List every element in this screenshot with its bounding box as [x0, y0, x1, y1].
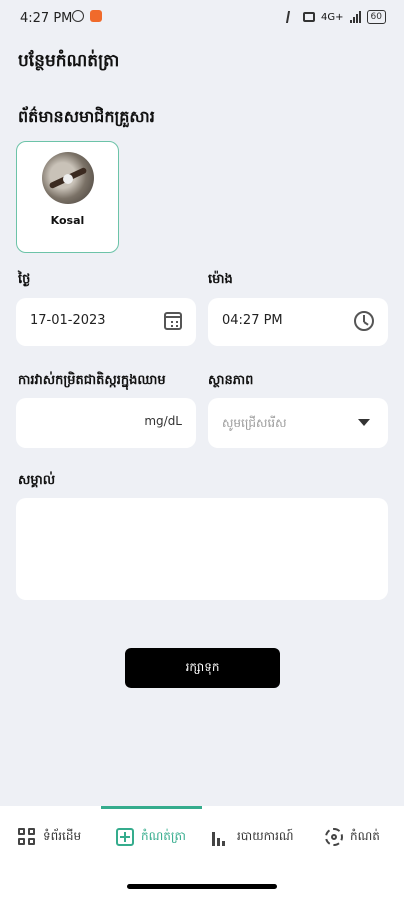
member-section-title: ព័ត៌មានសមាជិកគ្រួសារ — [18, 107, 155, 126]
nav-item-settings[interactable]: កំណត់ — [325, 826, 380, 848]
calendar-icon[interactable] — [164, 312, 182, 330]
avatar — [42, 152, 94, 204]
battery-icon: 60 — [366, 10, 386, 24]
member-name: Kosal — [50, 214, 85, 227]
nav-item-records[interactable]: កំណត់ត្រា — [116, 826, 186, 848]
active-tab-indicator — [101, 806, 202, 809]
bottom-nav: ទំព័រដើម កំណត់ត្រា របាយការណ៍ កំណត់ — [0, 806, 404, 900]
save-button[interactable]: រក្សាទុក — [125, 648, 280, 688]
signal-icon — [349, 11, 361, 23]
nav-item-home[interactable]: ទំព័រដើម — [18, 826, 81, 848]
nav-records-label: កំណត់ត្រា — [141, 829, 186, 843]
date-label: ថ្ងៃ — [18, 272, 31, 287]
note-label: សម្គាល់ — [18, 473, 56, 488]
status-bar: 4:27 PM 4G+ 60 — [0, 0, 404, 38]
dropdown-arrow-icon — [358, 419, 370, 426]
nav-home-label: ទំព័រដើម — [43, 829, 82, 843]
page-title: បន្ថែមកំណត់ត្រា — [18, 51, 120, 71]
network-type: 4G+ — [321, 11, 344, 23]
time-value: 04:27 PM — [222, 313, 283, 328]
glucose-label: ការវាស់កម្រិតជាតិស្ករក្នុងឈាម — [18, 373, 166, 388]
home-indicator[interactable] — [127, 884, 277, 889]
time-label: ម៉ោង — [208, 272, 233, 287]
status-time: 4:27 PM — [20, 11, 73, 26]
date-field[interactable]: 17-01-2023 — [16, 298, 196, 346]
status-select[interactable]: សូមជ្រើសរើស — [208, 398, 388, 448]
add-record-icon — [116, 828, 134, 846]
alarm-icon — [72, 10, 84, 22]
bar-chart-icon — [212, 828, 230, 846]
glucose-unit: mg/dL — [144, 414, 182, 428]
wifi-icon — [303, 12, 316, 22]
status-placeholder: សូមជ្រើសរើស — [222, 416, 287, 430]
member-card[interactable]: Kosal — [16, 141, 119, 253]
date-value: 17-01-2023 — [30, 313, 106, 328]
time-field[interactable]: 04:27 PM — [208, 298, 388, 346]
clock-icon[interactable] — [354, 311, 374, 331]
status-label: ស្ថានភាព — [208, 373, 254, 388]
nav-reports-label: របាយការណ៍ — [237, 829, 294, 843]
notification-icon — [90, 10, 102, 22]
nav-settings-label: កំណត់ — [350, 829, 380, 843]
gear-icon — [325, 828, 343, 846]
bluetooth-icon — [285, 11, 299, 23]
glucose-input[interactable]: mg/dL — [16, 398, 196, 448]
note-textarea[interactable] — [16, 498, 388, 600]
home-grid-icon — [18, 828, 36, 846]
nav-item-reports[interactable]: របាយការណ៍ — [212, 826, 294, 848]
